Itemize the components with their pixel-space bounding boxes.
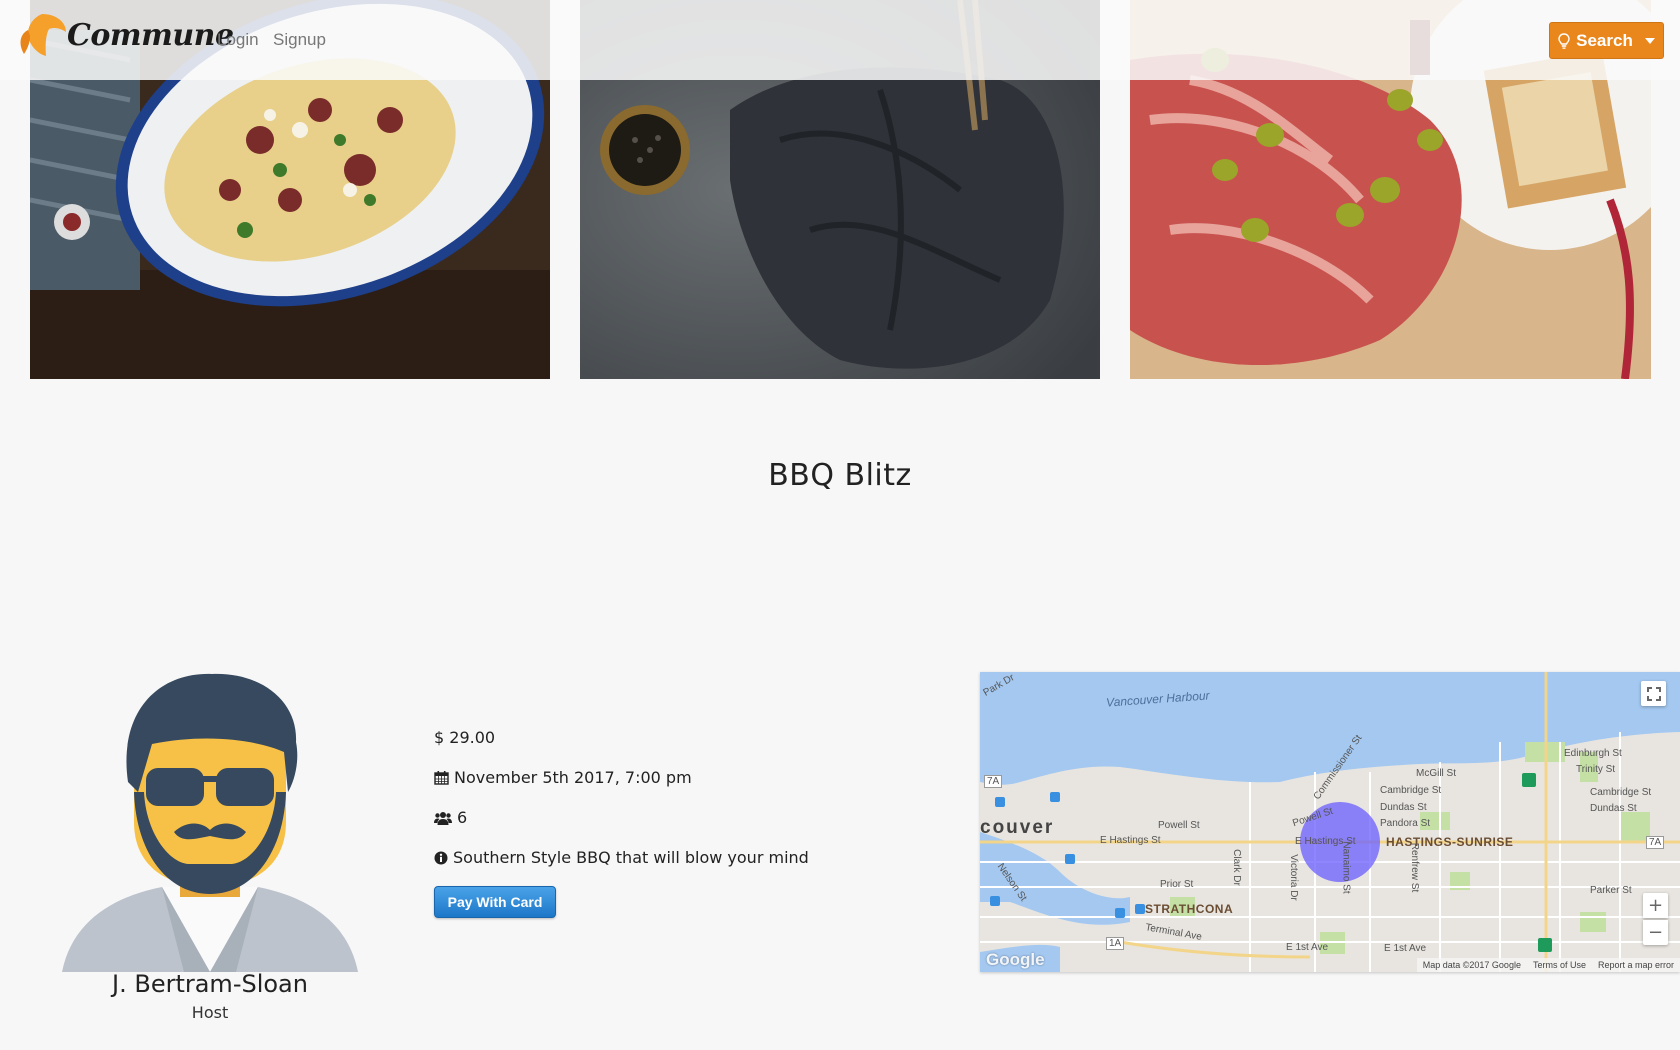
zoom-out-button[interactable]: − [1643,920,1668,945]
guests-value: 6 [457,808,468,827]
croissant-logo-icon[interactable] [16,10,68,62]
price-value: $ 29.00 [434,728,496,747]
map-label-clark: Clark Dr [1230,849,1242,886]
map-label-parker: Parker St [1590,885,1632,896]
caret-down-icon [1644,37,1655,44]
map-label-cambridge-1: Cambridge St [1380,785,1442,796]
event-description: Southern Style BBQ that will blow your m… [434,848,809,867]
map-label-cambridge-2: Cambridge St [1590,787,1652,798]
event-price: $ 29.00 [434,728,495,747]
calendar-icon [434,771,449,785]
brand-name[interactable]: Commune [67,18,234,53]
event-title: BBQ Blitz [768,458,912,493]
event-guests: 6 [434,808,467,827]
map-label-city: couver [980,817,1055,838]
map-label-prior: Prior St [1160,879,1194,890]
hospital-icon [1522,773,1536,787]
hospital-icon-2 [1538,938,1552,952]
map-label-edinburgh: Edinburgh St [1564,748,1622,759]
description-value: Southern Style BBQ that will blow your m… [453,848,809,867]
event-location-map[interactable]: Vancouver Harbour Park Dr couver Powell … [980,672,1680,972]
navbar: Commune Login Signup Search [0,0,1680,80]
report-map-error-link[interactable]: Report a map error [1598,960,1674,970]
map-label-nanaimo: Nanaimo St [1340,841,1352,894]
map-label-dundas-1: Dundas St [1380,802,1427,813]
map-tiles [980,672,1680,972]
map-data-attribution: Map data ©2017 Google [1422,960,1521,970]
event-date: November 5th 2017, 7:00 pm [434,768,692,787]
login-link[interactable]: Login [217,30,259,50]
map-footer: Map data ©2017 Google Terms of Use Repor… [1416,958,1680,972]
map-label-route-7a-1: 7A [984,775,1003,788]
map-label-strathcona: STRATHCONA [1145,902,1234,916]
map-label-e1st-1: E 1st Ave [1286,942,1329,953]
pay-with-card-button[interactable]: Pay With Card [434,886,556,918]
terms-of-use-link[interactable]: Terms of Use [1533,960,1586,970]
fullscreen-icon[interactable] [1641,681,1666,706]
map-label-mcgill: McGill St [1416,768,1456,779]
map-label-e1st-2: E 1st Ave [1384,943,1427,954]
map-label-route-7a-2: 7A [1646,836,1665,849]
host-name: J. Bertram-Sloan [112,970,308,998]
map-label-renfrew: Renfrew St [1409,842,1421,893]
search-button-label: Search [1576,30,1633,50]
info-circle-icon [434,851,448,864]
map-label-powell-1: Powell St [1158,820,1200,831]
map-label-route-1a: 1A [1106,937,1125,950]
map-label-victoria: Victoria Dr [1287,854,1299,901]
lightbulb-icon [1558,32,1570,49]
map-label-trinity: Trinity St [1576,764,1616,775]
signup-link[interactable]: Signup [273,30,326,50]
map-label-pandora: Pandora St [1380,818,1431,829]
host-role: Host [191,1003,229,1022]
host-avatar [62,673,358,972]
map-label-hastings-sunrise: HASTINGS-SUNRISE [1386,835,1514,849]
date-value: November 5th 2017, 7:00 pm [454,768,692,787]
zoom-in-button[interactable]: + [1643,893,1668,918]
users-icon [434,811,452,825]
map-label-dundas-2: Dundas St [1590,803,1637,814]
google-logo: Google [986,950,1045,969]
search-dropdown-button[interactable]: Search [1549,22,1664,59]
map-label-e-hastings-1: E Hastings St [1100,835,1161,846]
